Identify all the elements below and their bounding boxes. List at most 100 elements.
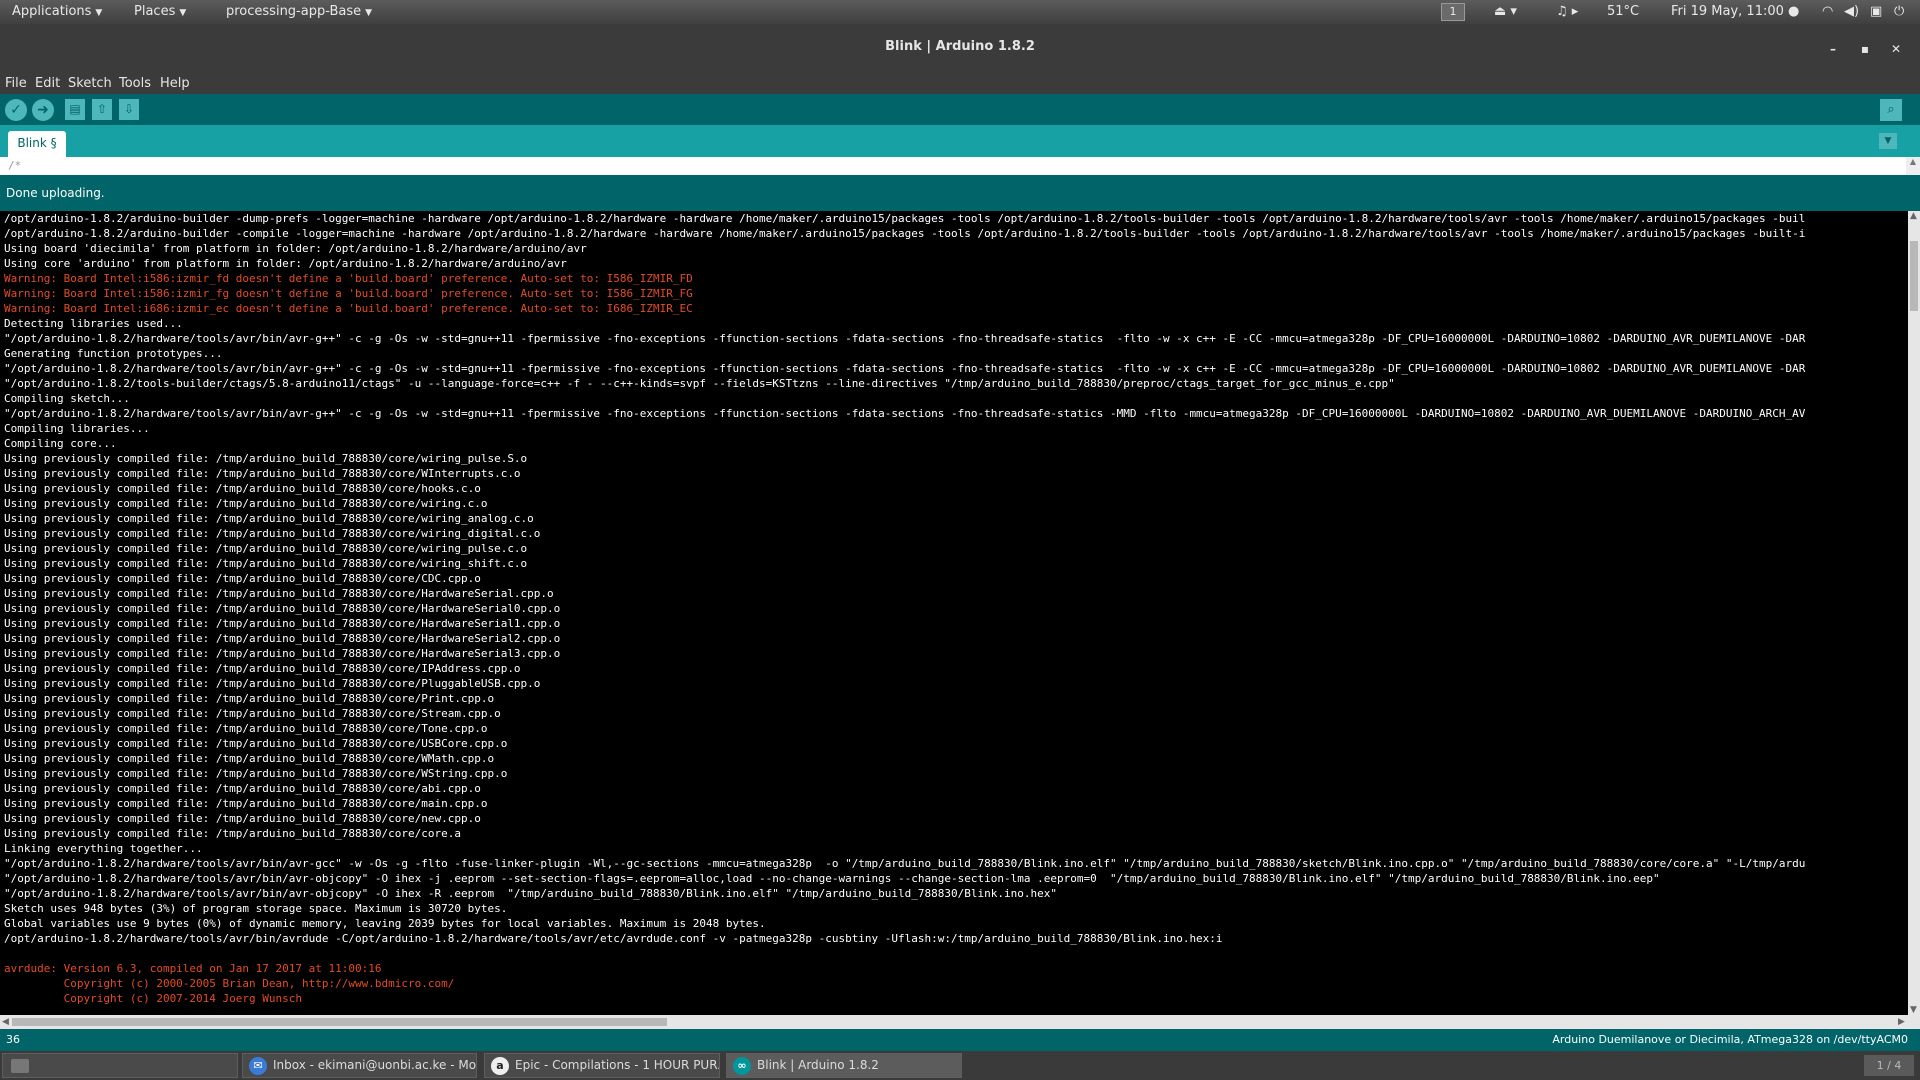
- console-line: Using previously compiled file: /tmp/ard…: [4, 677, 541, 690]
- editor-scrollbar[interactable]: ▲: [1906, 157, 1920, 175]
- taskbar: ✉ Inbox - ekimani@uonbi.ac.ke - Mo... a …: [0, 1051, 1920, 1080]
- chevron-down-icon: ▼: [365, 8, 373, 18]
- temperature: 51°C: [1607, 4, 1640, 19]
- console-line: Using previously compiled file: /tmp/ard…: [4, 482, 481, 495]
- eject-icon[interactable]: ⏏ ▾: [1494, 0, 1517, 24]
- console-line: Using previously compiled file: /tmp/ard…: [4, 797, 488, 810]
- verify-button[interactable]: ✓: [5, 99, 27, 121]
- scroll-left-icon[interactable]: ◀: [2, 1017, 9, 1027]
- console-line: Using previously compiled file: /tmp/ard…: [4, 587, 554, 600]
- workspace-pager[interactable]: 1 / 4: [1864, 1055, 1914, 1076]
- console-line: Using board 'diecimila' from platform in…: [4, 242, 587, 255]
- taskbar-item-arduino[interactable]: ∞ Blink | Arduino 1.8.2: [726, 1053, 962, 1078]
- power-icon[interactable]: ⏻: [1894, 0, 1904, 24]
- console-warning-line: Warning: Board Intel:i686:izmir_ec doesn…: [4, 302, 693, 315]
- console-line: Compiling libraries...: [4, 422, 150, 435]
- console-line: /opt/arduino-1.8.2/arduino-builder -comp…: [4, 227, 1806, 240]
- tab-menu-button[interactable]: ▼: [1879, 133, 1897, 149]
- save-sketch-button[interactable]: ⇩: [119, 99, 139, 120]
- console-line: Using previously compiled file: /tmp/ard…: [4, 767, 508, 780]
- minimize-button[interactable]: –: [1822, 38, 1844, 60]
- menu-tools[interactable]: Tools: [119, 76, 151, 91]
- console-horizontal-scroll-thumb[interactable]: [12, 1018, 667, 1026]
- taskbar-item-obs[interactable]: a Epic - Compilations - 1 HOUR PUR...: [484, 1053, 720, 1078]
- close-button[interactable]: ✕: [1885, 38, 1907, 60]
- console-line: "/opt/arduino-1.8.2/hardware/tools/avr/b…: [4, 362, 1806, 375]
- taskbar-item-thunderbird[interactable]: ✉ Inbox - ekimani@uonbi.ac.ke - Mo...: [242, 1053, 477, 1078]
- menubar: File Edit Sketch Tools Help: [0, 74, 1920, 94]
- top-panel: Applications ▼ Places ▼ processing-app-Bas…: [0, 0, 1920, 24]
- status-message: Done uploading.: [6, 186, 105, 200]
- lock-icon[interactable]: ▣: [1870, 0, 1882, 24]
- active-app-menu[interactable]: processing-app-Base ▼: [226, 0, 372, 24]
- console-output[interactable]: /opt/arduino-1.8.2/arduino-builder -dump…: [0, 211, 1908, 1015]
- console-line: Using previously compiled file: /tmp/ard…: [4, 557, 528, 570]
- console-line: "/opt/arduino-1.8.2/hardware/tools/avr/b…: [4, 872, 1660, 885]
- clock[interactable]: Fri 19 May, 11:00 ●: [1671, 0, 1799, 24]
- console-horizontal-scrollbar[interactable]: ◀ ▶: [0, 1015, 1920, 1029]
- serial-monitor-button[interactable]: ⌕: [1880, 99, 1902, 121]
- code-editor[interactable]: /* ▲: [0, 157, 1920, 175]
- console-line: Using core 'arduino' from platform in fo…: [4, 257, 567, 270]
- console-line: Using previously compiled file: /tmp/ard…: [4, 662, 521, 675]
- tab-strip: Blink § ▼: [0, 125, 1920, 157]
- console-vertical-scroll-thumb[interactable]: [1910, 241, 1918, 311]
- desktop-icon: [11, 1059, 29, 1073]
- console-line: Using previously compiled file: /tmp/ard…: [4, 452, 528, 465]
- console-line: "/opt/arduino-1.8.2/hardware/tools/avr/b…: [4, 887, 1057, 900]
- open-sketch-button[interactable]: ⇧: [92, 99, 112, 120]
- taskbar-item-label: Inbox - ekimani@uonbi.ac.ke - Mo...: [273, 1058, 477, 1072]
- console-warning-line: Copyright (c) 2007-2014 Joerg Wunsch: [4, 992, 303, 1005]
- console-warning-line: Copyright (c) 2000-2005 Brian Dean, http…: [4, 977, 455, 990]
- menu-help[interactable]: Help: [160, 76, 190, 91]
- console-line: Sketch uses 948 bytes (3%) of program st…: [4, 902, 508, 915]
- scroll-right-icon[interactable]: ▶: [1898, 1017, 1905, 1027]
- console-line: Using previously compiled file: /tmp/ard…: [4, 617, 561, 630]
- bottom-status-bar: 36 Arduino Duemilanove or Diecimila, ATm…: [0, 1029, 1920, 1051]
- new-sketch-button[interactable]: ▤: [65, 99, 85, 120]
- console-line: Using previously compiled file: /tmp/ard…: [4, 572, 481, 585]
- music-icon[interactable]: ♫ ▸: [1556, 0, 1578, 24]
- volume-icon[interactable]: ◀): [1844, 0, 1859, 24]
- console-line: Using previously compiled file: /tmp/ard…: [4, 752, 495, 765]
- menu-edit[interactable]: Edit: [35, 76, 60, 91]
- upload-button[interactable]: ➜: [32, 99, 54, 121]
- console-line: Using previously compiled file: /tmp/ard…: [4, 737, 508, 750]
- menu-file[interactable]: File: [5, 76, 27, 91]
- console-line: /opt/arduino-1.8.2/arduino-builder -dump…: [4, 212, 1806, 225]
- obs-icon: a: [491, 1057, 509, 1075]
- window-title: Blink | Arduino 1.8.2: [885, 39, 1035, 54]
- console-line: /opt/arduino-1.8.2/hardware/tools/avr/bi…: [4, 932, 1223, 945]
- console-line: Using previously compiled file: /tmp/ard…: [4, 827, 461, 840]
- console-line: Using previously compiled file: /tmp/ard…: [4, 467, 521, 480]
- taskbar-item-label: Epic - Compilations - 1 HOUR PUR...: [515, 1058, 720, 1072]
- menu-sketch[interactable]: Sketch: [68, 76, 112, 91]
- maximize-button[interactable]: ▪: [1854, 38, 1876, 60]
- console-line: Using previously compiled file: /tmp/ard…: [4, 812, 481, 825]
- scroll-down-icon[interactable]: ▼: [1910, 1005, 1917, 1015]
- console-line: Using previously compiled file: /tmp/ard…: [4, 512, 534, 525]
- console-line: Using previously compiled file: /tmp/ard…: [4, 632, 561, 645]
- board-port-info: Arduino Duemilanove or Diecimila, ATmega…: [1552, 1033, 1908, 1046]
- scroll-up-icon[interactable]: ▲: [1910, 211, 1917, 221]
- wifi-icon[interactable]: ◠: [1822, 0, 1833, 24]
- console-warning-line: Warning: Board Intel:i586:izmir_fg doesn…: [4, 287, 693, 300]
- toolbar: ✓ ➜ ▤ ⇧ ⇩ ⌕: [0, 94, 1920, 125]
- thunderbird-icon: ✉: [249, 1057, 267, 1075]
- console-line: Detecting libraries used...: [4, 317, 183, 330]
- places-menu[interactable]: Places ▼: [134, 0, 186, 24]
- tab-blink[interactable]: Blink §: [8, 131, 66, 157]
- window-titlebar[interactable]: Blink | Arduino 1.8.2 – ▪ ✕: [0, 24, 1920, 74]
- workspace-number: 1: [1449, 5, 1457, 18]
- console-line: Using previously compiled file: /tmp/ard…: [4, 722, 488, 735]
- workspace-indicator[interactable]: 1: [1441, 3, 1465, 21]
- applications-menu[interactable]: Applications ▼: [12, 0, 102, 24]
- show-desktop-button[interactable]: [2, 1053, 238, 1078]
- console-vertical-scrollbar[interactable]: ▲ ▼: [1908, 211, 1920, 1015]
- chevron-down-icon: ▼: [95, 8, 103, 18]
- places-menu-label: Places: [134, 4, 176, 19]
- console-line: Using previously compiled file: /tmp/ard…: [4, 707, 501, 720]
- console-line: Using previously compiled file: /tmp/ard…: [4, 647, 561, 660]
- console-line: Linking everything together...: [4, 842, 203, 855]
